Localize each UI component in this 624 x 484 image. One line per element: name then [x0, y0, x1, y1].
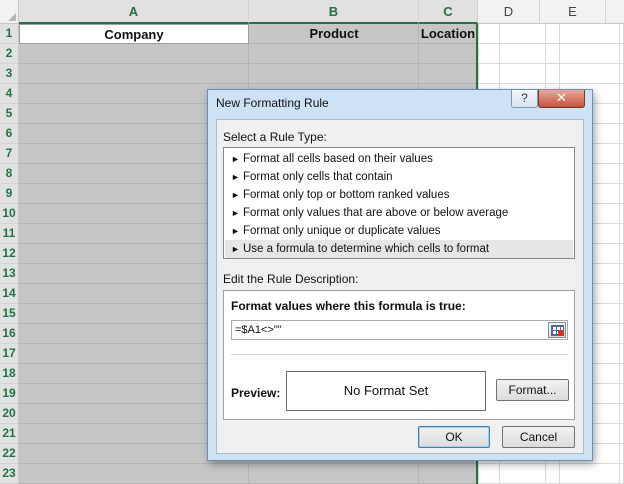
row-header-21[interactable]: 21 — [0, 424, 19, 444]
format-button[interactable]: Format... — [496, 379, 569, 401]
formula-value: =$A1<>"" — [235, 324, 282, 336]
column-header-c[interactable]: C — [419, 0, 478, 24]
formula-input[interactable]: =$A1<>"" — [231, 320, 568, 340]
row-header-3[interactable]: 3 — [0, 64, 19, 84]
row-header-6[interactable]: 6 — [0, 124, 19, 144]
cancel-button[interactable]: Cancel — [502, 426, 575, 448]
rule-type-item[interactable]: ► Format only values that are above or be… — [225, 204, 573, 222]
row-header-8[interactable]: 8 — [0, 164, 19, 184]
row-header-13[interactable]: 13 — [0, 264, 19, 284]
row-header-5[interactable]: 5 — [0, 104, 19, 124]
preview-box: No Format Set — [286, 371, 486, 411]
row-header-23[interactable]: 23 — [0, 464, 19, 484]
row-header-20[interactable]: 20 — [0, 404, 19, 424]
dialog-body: Select a Rule Type: ► Format all cells ba… — [216, 119, 584, 454]
row-header-12[interactable]: 12 — [0, 244, 19, 264]
row-header-19[interactable]: 19 — [0, 384, 19, 404]
formula-label: Format values where this formula is true… — [231, 299, 466, 313]
row-header-10[interactable]: 10 — [0, 204, 19, 224]
row-header-7[interactable]: 7 — [0, 144, 19, 164]
edit-rule-description-label: Edit the Rule Description: — [223, 272, 359, 286]
rule-type-item[interactable]: ► Format only unique or duplicate values — [225, 222, 573, 240]
dialog-titlebar[interactable]: New Formatting Rule ? ✕ — [208, 90, 592, 117]
row-header-15[interactable]: 15 — [0, 304, 19, 324]
row-header-4[interactable]: 4 — [0, 84, 19, 104]
arrow-bullet-icon: ► — [231, 172, 240, 182]
select-all-corner[interactable] — [0, 0, 19, 24]
column-header-f[interactable] — [606, 0, 624, 24]
arrow-bullet-icon: ► — [231, 226, 240, 236]
cell-b1[interactable]: Product — [249, 24, 419, 44]
collapse-dialog-icon[interactable] — [548, 322, 566, 338]
cell-c1[interactable]: Location — [419, 24, 477, 44]
row-header-16[interactable]: 16 — [0, 324, 19, 344]
rule-type-item[interactable]: ► Format only top or bottom ranked values — [225, 186, 573, 204]
row-header-2[interactable]: 2 — [0, 44, 19, 64]
row-header-1[interactable]: 1 — [0, 24, 19, 44]
preview-label: Preview: — [231, 386, 281, 400]
select-rule-type-label: Select a Rule Type: — [223, 130, 327, 144]
column-header-d[interactable]: D — [478, 0, 540, 24]
row-header-18[interactable]: 18 — [0, 364, 19, 384]
rule-type-item[interactable]: ► Format only cells that contain — [225, 168, 573, 186]
cell-a1[interactable]: Company — [19, 24, 249, 44]
row-header-14[interactable]: 14 — [0, 284, 19, 304]
row-header-22[interactable]: 22 — [0, 444, 19, 464]
column-header-b[interactable]: B — [249, 0, 419, 24]
rule-type-list[interactable]: ► Format all cells based on their values … — [223, 147, 575, 259]
help-button[interactable]: ? — [511, 90, 538, 108]
arrow-bullet-icon: ► — [231, 208, 240, 218]
divider — [231, 354, 568, 355]
arrow-bullet-icon: ► — [231, 154, 240, 164]
dialog-title: New Formatting Rule — [216, 96, 329, 110]
rule-type-item-selected[interactable]: ► Use a formula to determine which cells … — [225, 240, 573, 258]
arrow-bullet-icon: ► — [231, 244, 240, 254]
new-formatting-rule-dialog: New Formatting Rule ? ✕ Select a Rule Ty… — [207, 89, 593, 461]
close-button[interactable]: ✕ — [538, 90, 585, 108]
row-header-17[interactable]: 17 — [0, 344, 19, 364]
rule-type-item[interactable]: ► Format all cells based on their values — [225, 150, 573, 168]
column-header-a[interactable]: A — [19, 0, 249, 24]
row-header-9[interactable]: 9 — [0, 184, 19, 204]
ok-button[interactable]: OK — [418, 426, 490, 448]
row-header-11[interactable]: 11 — [0, 224, 19, 244]
rule-description-panel: Format values where this formula is true… — [223, 290, 575, 420]
arrow-bullet-icon: ► — [231, 190, 240, 200]
column-header-e[interactable]: E — [540, 0, 606, 24]
